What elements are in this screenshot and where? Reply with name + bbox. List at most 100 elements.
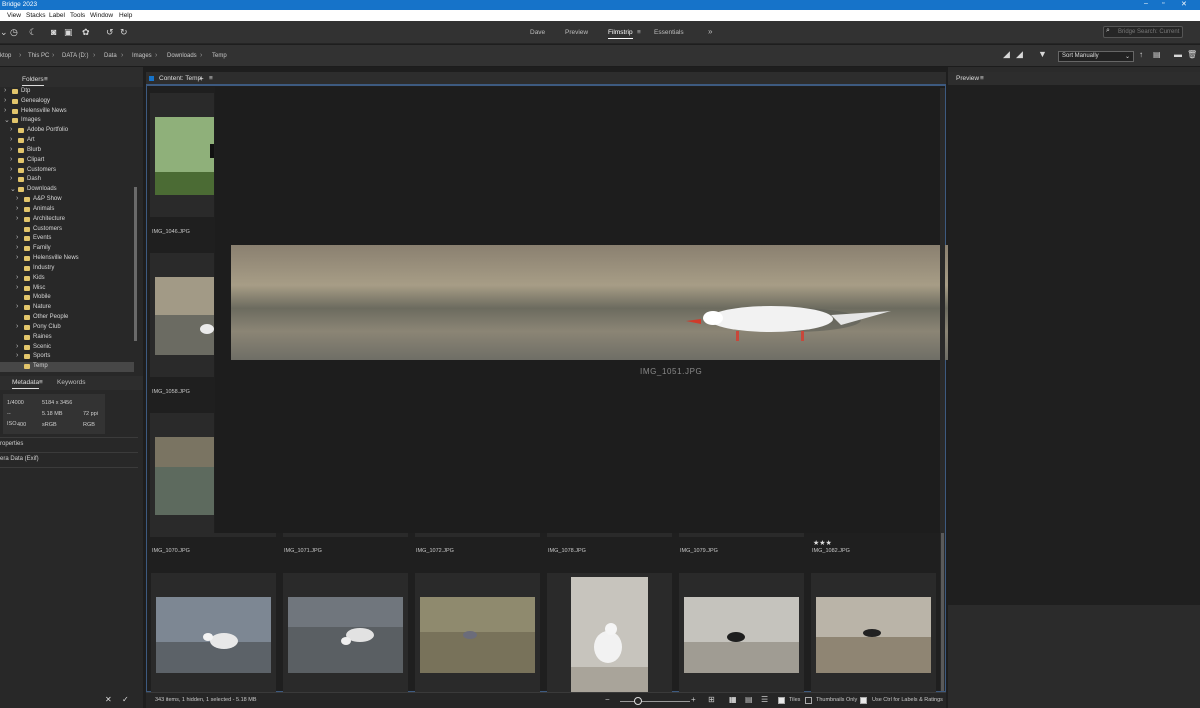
breadcrumb-data-drive[interactable]: DATA (D:) bbox=[62, 53, 88, 59]
new-folder-icon[interactable]: ▬ bbox=[1174, 50, 1182, 59]
view-details-icon[interactable]: ▤ bbox=[745, 695, 753, 704]
filter-icon[interactable]: ▼ bbox=[1038, 49, 1047, 59]
folder-item[interactable]: Industry bbox=[0, 264, 134, 274]
breadcrumb-desktop[interactable]: ktop bbox=[0, 53, 11, 59]
sort-ascending-icon[interactable]: ↑ bbox=[1139, 50, 1143, 59]
chevron-right-icon[interactable]: › bbox=[10, 175, 12, 182]
folder-item[interactable]: ⌄ Downloads bbox=[0, 185, 134, 195]
folder-item[interactable]: › Art bbox=[0, 136, 134, 146]
open-in-camera-raw-icon[interactable]: ✿ bbox=[82, 27, 90, 38]
menu-tools[interactable]: Tools bbox=[70, 12, 85, 19]
chevron-right-icon[interactable]: › bbox=[10, 126, 12, 133]
chevron-right-icon[interactable]: › bbox=[16, 284, 18, 291]
chevron-right-icon[interactable]: › bbox=[16, 234, 18, 241]
folder-item[interactable]: › Nature bbox=[0, 303, 134, 313]
folder-item[interactable]: › Customers bbox=[0, 166, 134, 176]
sort-select[interactable]: Sort Manually ⌄ bbox=[1058, 51, 1134, 62]
thumbnail-size-slider[interactable] bbox=[620, 701, 690, 702]
folder-item[interactable]: › Misc bbox=[0, 284, 134, 294]
close-icon[interactable]: ✕ bbox=[1181, 0, 1187, 8]
chevron-right-icon[interactable]: › bbox=[16, 343, 18, 350]
zoom-in-icon[interactable]: + bbox=[691, 695, 696, 704]
workspace-dave[interactable]: Dave bbox=[530, 29, 545, 36]
thumbnail-card[interactable] bbox=[150, 413, 214, 537]
thumbnail-card[interactable] bbox=[151, 573, 276, 692]
chevron-right-icon[interactable]: › bbox=[10, 166, 12, 173]
rating-stars[interactable]: ★★★ bbox=[813, 539, 832, 547]
star-filter-icon[interactable]: ◢ bbox=[1016, 49, 1023, 60]
folder-item[interactable]: › Genealogy bbox=[0, 97, 134, 107]
breadcrumb-this-pc[interactable]: This PC bbox=[28, 53, 49, 59]
section-camera-data[interactable]: era Data (Exif) bbox=[0, 452, 138, 463]
chevron-right-icon[interactable]: › bbox=[10, 146, 12, 153]
chevron-right-icon[interactable]: › bbox=[4, 87, 6, 94]
folder-item[interactable]: › Pony Club bbox=[0, 323, 134, 333]
chevron-right-icon[interactable]: › bbox=[16, 323, 18, 330]
thumbnail-card[interactable] bbox=[150, 93, 214, 217]
folder-item[interactable]: › Family bbox=[0, 244, 134, 254]
rotate-right-icon[interactable]: ↻ bbox=[120, 27, 128, 38]
chevron-right-icon[interactable]: › bbox=[4, 97, 6, 104]
folder-item[interactable]: › Architecture bbox=[0, 215, 134, 225]
new-tab-icon[interactable]: + bbox=[199, 74, 204, 83]
content-scrollbar[interactable] bbox=[940, 88, 945, 691]
ctrl-labels-checkbox[interactable] bbox=[860, 697, 867, 704]
chevron-right-icon[interactable]: › bbox=[16, 274, 18, 281]
chevron-right-icon[interactable]: › bbox=[16, 303, 18, 310]
thumbnail-card[interactable] bbox=[679, 573, 804, 692]
thumbnail-card[interactable] bbox=[547, 573, 672, 692]
menu-view[interactable]: View bbox=[7, 12, 21, 19]
panel-menu-icon[interactable]: ≡ bbox=[39, 379, 43, 386]
folder-item[interactable]: › Dash bbox=[0, 175, 134, 185]
menu-stacks[interactable]: Stacks bbox=[26, 12, 46, 19]
chevron-right-icon[interactable]: › bbox=[16, 205, 18, 212]
folder-item[interactable]: › Sports bbox=[0, 352, 134, 362]
folder-item[interactable]: › Animals bbox=[0, 205, 134, 215]
chevron-right-icon[interactable]: › bbox=[16, 195, 18, 202]
workspace-filmstrip[interactable]: Filmstrip bbox=[608, 29, 633, 39]
more-workspaces-icon[interactable]: » bbox=[708, 27, 712, 36]
chevron-right-icon[interactable]: › bbox=[16, 254, 18, 261]
camera-icon[interactable]: ◙ bbox=[51, 27, 56, 37]
menu-help[interactable]: Help bbox=[119, 12, 132, 19]
chevron-right-icon[interactable]: › bbox=[4, 107, 6, 114]
recent-icon[interactable]: ◷ bbox=[10, 27, 18, 38]
refine-icon[interactable]: ▣ bbox=[64, 27, 73, 38]
section-file-properties[interactable]: roperties bbox=[0, 437, 138, 448]
folder-item[interactable]: Raines bbox=[0, 333, 134, 343]
rotate-left-icon[interactable]: ↺ bbox=[106, 27, 114, 38]
thumbnails-only-checkbox[interactable] bbox=[805, 697, 812, 704]
panel-menu-icon[interactable]: ≡ bbox=[44, 76, 48, 83]
chevron-right-icon[interactable]: › bbox=[16, 215, 18, 222]
breadcrumb-data[interactable]: Data bbox=[104, 53, 117, 59]
menu-label[interactable]: Label bbox=[49, 12, 65, 19]
workspace-menu-icon[interactable]: ≡ bbox=[637, 29, 641, 36]
folder-scrollbar[interactable] bbox=[134, 187, 137, 341]
delete-icon[interactable]: 🗑 bbox=[1187, 50, 1197, 59]
folder-item[interactable]: › Helensville News bbox=[0, 107, 134, 117]
minimize-icon[interactable]: – bbox=[1144, 0, 1148, 7]
folder-item[interactable]: › Adobe Portfolio bbox=[0, 126, 134, 136]
panel-menu-icon[interactable]: ≡ bbox=[980, 75, 984, 82]
tiles-checkbox[interactable] bbox=[778, 697, 785, 704]
back-icon[interactable]: ⌄ bbox=[0, 27, 8, 38]
quality-icon[interactable]: ◢ bbox=[1003, 49, 1010, 60]
chevron-down-icon[interactable]: ⌄ bbox=[4, 116, 10, 124]
folder-item[interactable]: Customers bbox=[0, 225, 134, 235]
folder-item[interactable]: › Scenic bbox=[0, 343, 134, 353]
thumbnail-card[interactable] bbox=[150, 253, 214, 377]
chevron-right-icon[interactable]: › bbox=[10, 156, 12, 163]
zoom-out-icon[interactable]: − bbox=[605, 695, 610, 704]
thumbnail-card[interactable] bbox=[811, 573, 936, 692]
search-input[interactable]: Bridge Search: Current bbox=[1103, 26, 1183, 38]
thumbnail-card[interactable] bbox=[283, 573, 408, 692]
chevron-right-icon[interactable]: › bbox=[16, 244, 18, 251]
breadcrumb-images[interactable]: Images bbox=[132, 53, 152, 59]
maximize-icon[interactable]: ▫ bbox=[1162, 0, 1164, 7]
folder-item[interactable]: Temp bbox=[0, 362, 134, 373]
workspace-preview[interactable]: Preview bbox=[565, 29, 588, 36]
cancel-icon[interactable]: ✕ bbox=[105, 695, 112, 704]
workspace-essentials[interactable]: Essentials bbox=[654, 29, 684, 36]
folder-item[interactable]: › Helensville News bbox=[0, 254, 134, 264]
folder-item[interactable]: › Blurb bbox=[0, 146, 134, 156]
